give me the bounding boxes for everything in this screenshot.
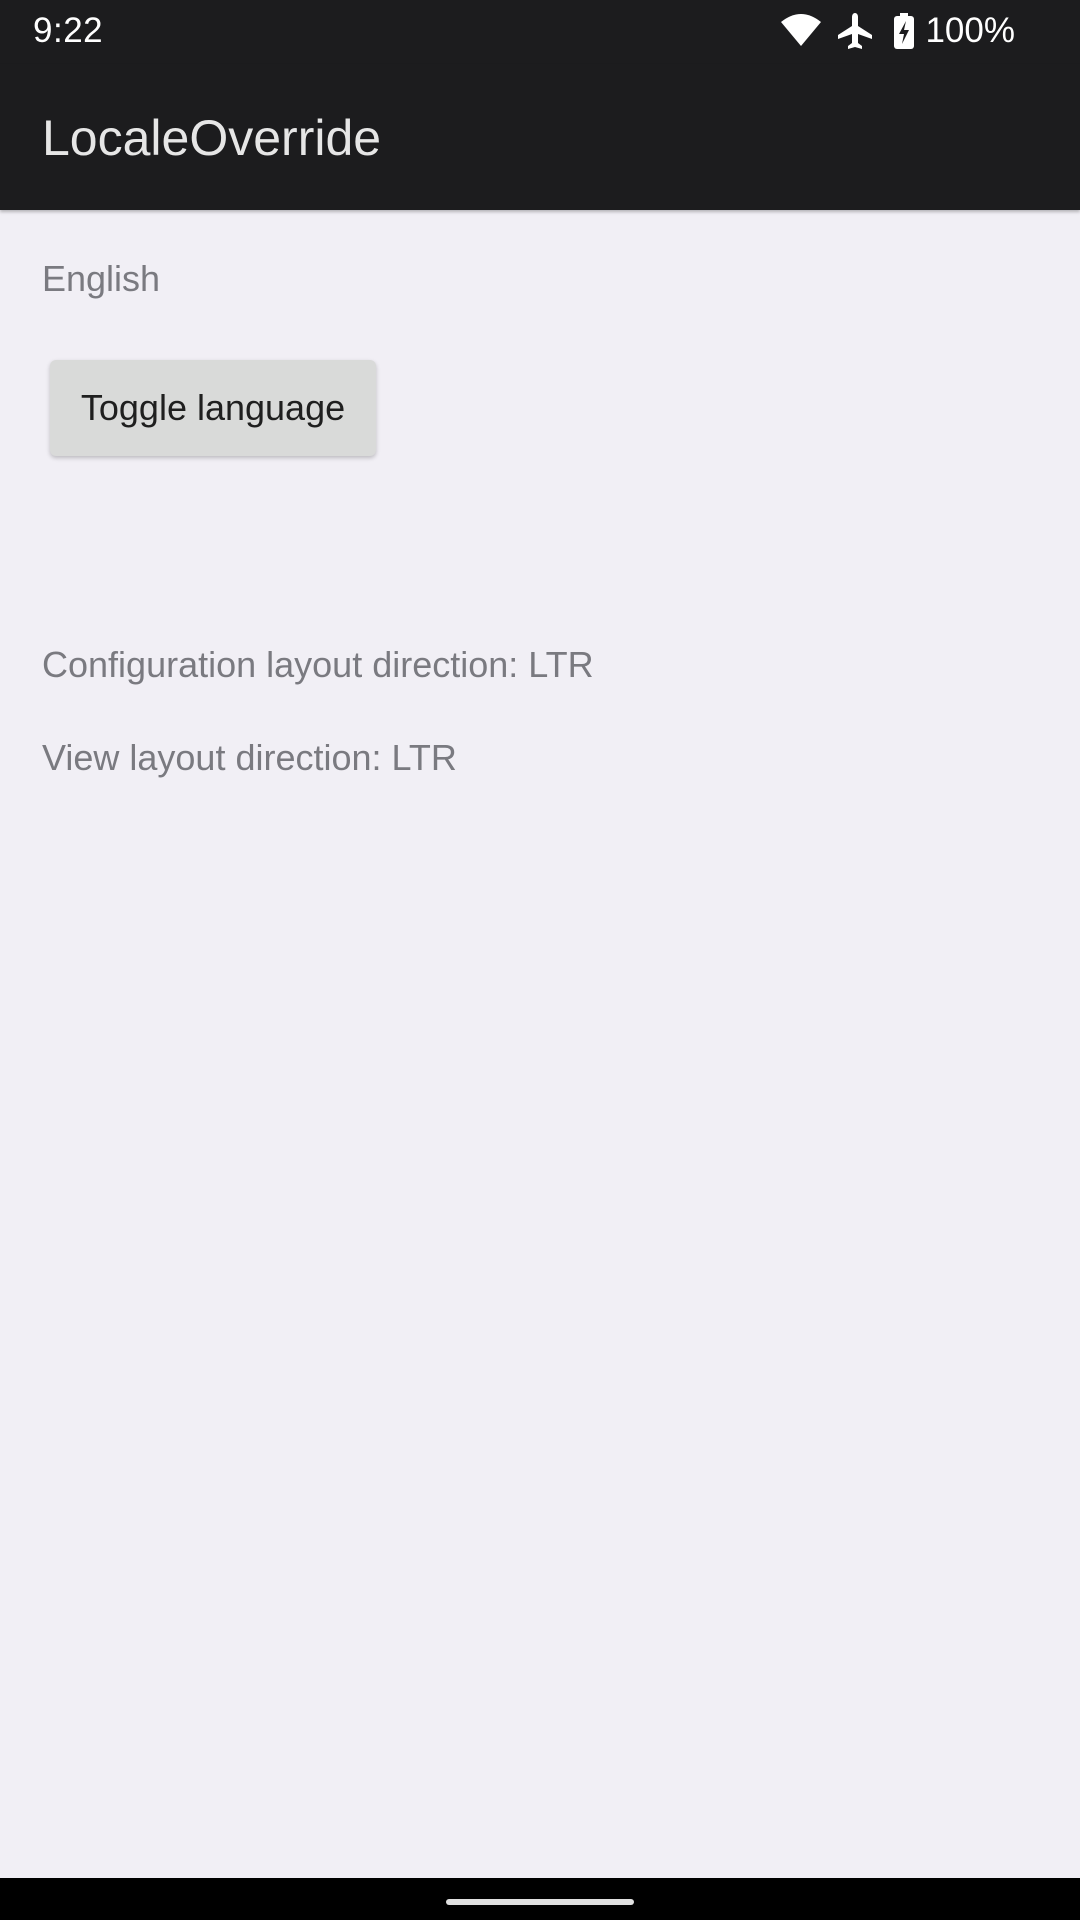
- airplane-icon: [835, 10, 875, 52]
- view-layout-direction-text: View layout direction: LTR: [42, 737, 457, 778]
- status-time: 9:22: [33, 11, 104, 50]
- app-bar: LocaleOverride: [0, 64, 1080, 210]
- navigation-bar: [0, 1878, 1080, 1920]
- battery-charging-icon: [893, 10, 915, 52]
- status-bar: 9:22 100%: [0, 0, 1080, 64]
- current-locale-label: English: [42, 258, 161, 299]
- wifi-icon: [779, 10, 823, 52]
- configuration-layout-direction-text: Configuration layout direction: LTR: [42, 644, 594, 685]
- status-icons: 100%: [779, 10, 1015, 52]
- app-title: LocaleOverride: [42, 110, 382, 166]
- toggle-language-button[interactable]: Toggle language: [50, 360, 376, 456]
- battery-percent: 100%: [925, 11, 1015, 50]
- home-gesture-handle[interactable]: [446, 1899, 634, 1905]
